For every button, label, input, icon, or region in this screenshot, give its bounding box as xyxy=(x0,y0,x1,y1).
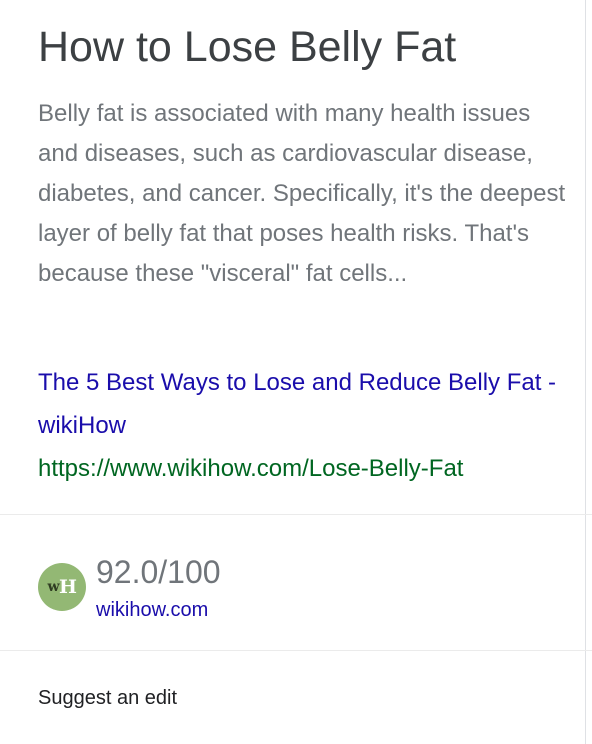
divider xyxy=(0,514,592,515)
result-link[interactable]: The 5 Best Ways to Lose and Reduce Belly… xyxy=(38,361,558,447)
wikihow-logo-icon: wH xyxy=(38,563,86,611)
divider xyxy=(0,650,592,651)
snippet-text: Belly fat is associated with many health… xyxy=(38,100,566,287)
suggest-edit-link[interactable]: Suggest an edit xyxy=(38,684,177,712)
snippet-title: How to Lose Belly Fat xyxy=(38,23,457,71)
rating-source-link[interactable]: wikihow.com xyxy=(96,596,208,624)
rating-score: 92.0/100 xyxy=(96,554,221,590)
result-url: https://www.wikihow.com/Lose-Belly-Fat xyxy=(38,455,464,482)
